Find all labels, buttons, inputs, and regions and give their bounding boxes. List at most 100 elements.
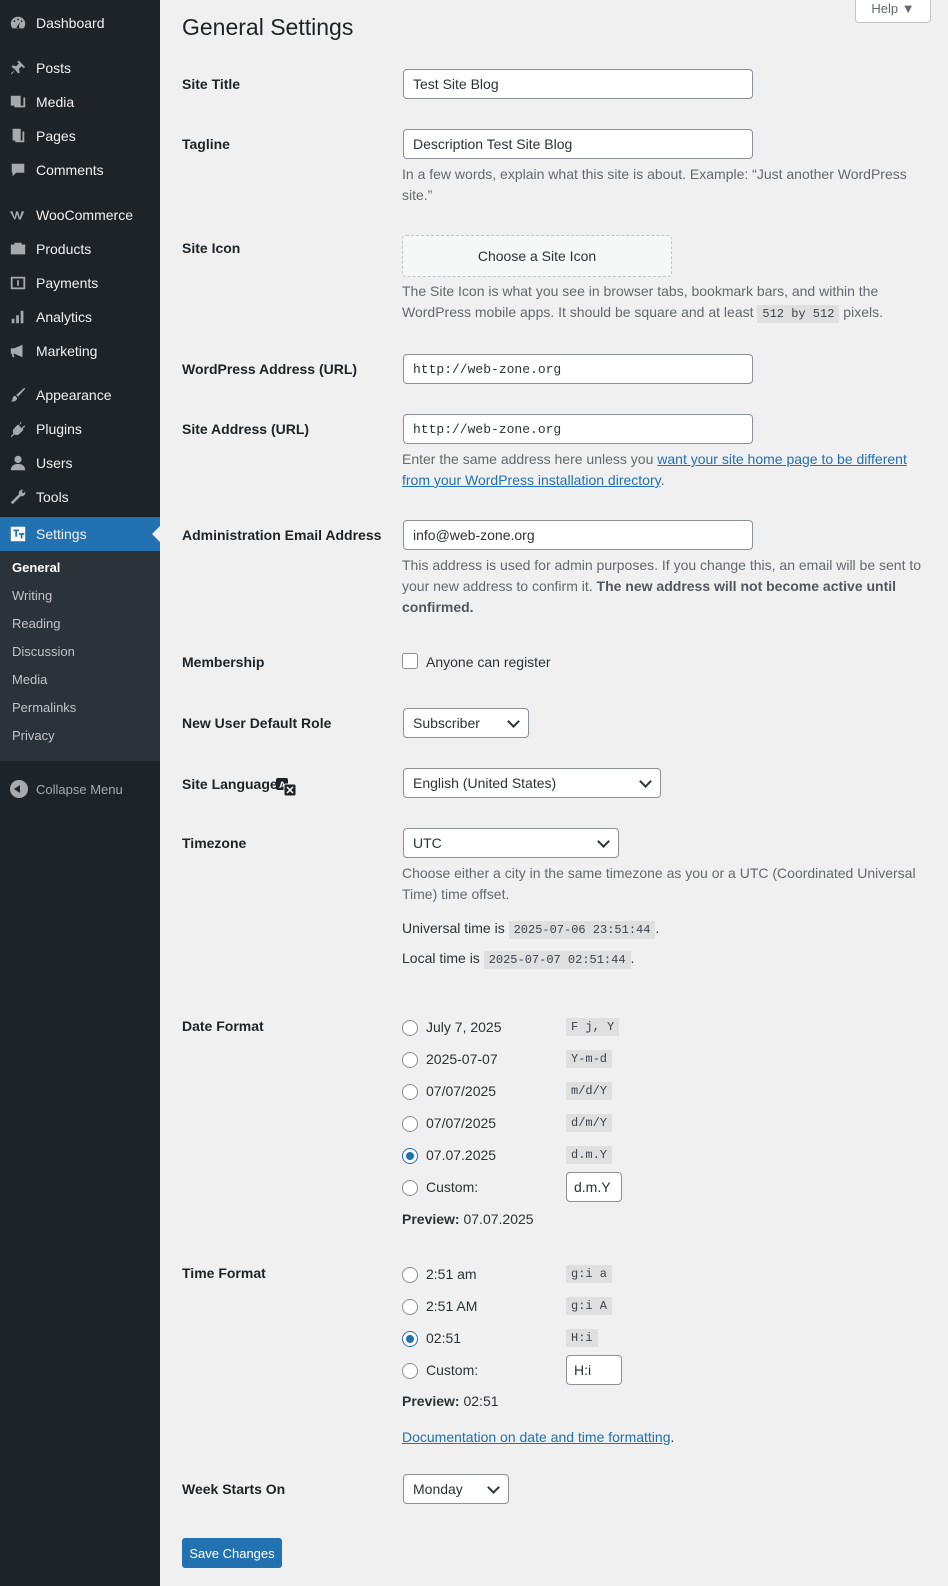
time-format-custom-input[interactable]: H:i	[566, 1355, 622, 1385]
time-format-radio-selected[interactable]	[402, 1331, 418, 1347]
sidebar-item-label: Appearance	[36, 387, 112, 403]
wp-address-input[interactable]: http://web-zone.org	[403, 354, 753, 384]
admin-email-description: This address is used for admin purposes.…	[402, 557, 922, 615]
sidebar-item-label: Dashboard	[36, 15, 105, 31]
woocommerce-icon	[8, 205, 28, 225]
chevron-down-icon	[639, 774, 652, 788]
sidebar-item-label: Comments	[36, 162, 104, 178]
date-format-radio[interactable]	[402, 1052, 418, 1068]
sidebar-item-woocommerce[interactable]: WooCommerce	[0, 198, 160, 232]
collapse-menu-button[interactable]: Collapse Menu	[0, 772, 123, 806]
site-address-input[interactable]: http://web-zone.org	[403, 414, 753, 444]
collapse-arrow-icon	[10, 780, 28, 798]
settings-submenu: General Writing Reading Discussion Media…	[0, 551, 160, 761]
main-content: Help ▼ General Settings Site Title Test …	[160, 0, 948, 1586]
anyone-can-register-checkbox[interactable]	[402, 653, 418, 669]
sidebar-item-dashboard[interactable]: Dashboard	[0, 6, 160, 40]
site-icon-label: Site Icon	[182, 240, 241, 256]
tagline-label: Tagline	[182, 136, 230, 152]
plugin-icon	[8, 419, 28, 439]
dashboard-icon	[8, 13, 28, 33]
time-format-label: Time Format	[182, 1265, 266, 1281]
sidebar-item-analytics[interactable]: Analytics	[0, 300, 160, 334]
pin-icon	[8, 58, 28, 78]
date-format-option-label: July 7, 2025	[426, 1019, 502, 1035]
comments-icon	[8, 160, 28, 180]
time-format-radio[interactable]	[402, 1267, 418, 1283]
site-icon-size-code: 512 by 512	[757, 305, 840, 323]
sidebar-item-posts[interactable]: Posts	[0, 51, 160, 85]
time-format-custom-radio[interactable]	[402, 1363, 418, 1379]
sidebar-item-media[interactable]: Media	[0, 85, 160, 119]
sidebar-item-label: Analytics	[36, 309, 93, 325]
default-role-select[interactable]: Subscriber	[403, 708, 529, 738]
site-address-description: Enter the same address here unless you w…	[402, 451, 907, 488]
week-start-label: Week Starts On	[182, 1481, 286, 1497]
users-icon	[8, 453, 28, 473]
date-format-code: F j, Y	[566, 1018, 620, 1036]
submenu-item-writing[interactable]: Writing	[12, 584, 52, 608]
sidebar-item-plugins[interactable]: Plugins	[0, 412, 160, 446]
date-time-doc-link[interactable]: Documentation on date and time formattin…	[402, 1429, 671, 1445]
submenu-item-general[interactable]: General	[12, 556, 60, 580]
sidebar-item-label: Tools	[36, 489, 69, 505]
time-format-radio[interactable]	[402, 1299, 418, 1315]
date-format-code: d/m/Y	[566, 1114, 613, 1132]
date-format-label: Date Format	[182, 1018, 264, 1034]
help-button[interactable]: Help ▼	[855, 0, 931, 23]
sidebar-item-tools[interactable]: Tools	[0, 480, 160, 514]
time-format-custom-label: Custom:	[426, 1362, 479, 1378]
universal-time-value: 2025-07-06 23:51:44	[508, 921, 656, 939]
timezone-select[interactable]: UTC	[403, 828, 619, 858]
date-format-custom-input[interactable]: d.m.Y	[566, 1172, 622, 1202]
date-format-radio[interactable]	[402, 1116, 418, 1132]
sidebar-item-products[interactable]: Products	[0, 232, 160, 266]
admin-sidebar: Dashboard Posts Media Pages Comments Woo…	[0, 0, 160, 1586]
site-language-select[interactable]: English (United States)	[403, 768, 661, 798]
sidebar-item-comments[interactable]: Comments	[0, 153, 160, 187]
sidebar-item-label: WooCommerce	[36, 207, 133, 223]
local-time-value: 2025-07-07 02:51:44	[483, 951, 631, 969]
tagline-input[interactable]: Description Test Site Blog	[403, 129, 753, 159]
sidebar-item-appearance[interactable]: Appearance	[0, 378, 160, 412]
sidebar-item-pages[interactable]: Pages	[0, 119, 160, 153]
site-language-label: Site Language	[182, 776, 278, 792]
time-format-code: H:i	[566, 1329, 598, 1347]
sidebar-item-label: Pages	[36, 128, 76, 144]
anyone-can-register-label: Anyone can register	[426, 654, 551, 670]
chevron-down-icon	[597, 834, 610, 848]
week-start-select[interactable]: Monday	[403, 1474, 509, 1504]
submenu-item-discussion[interactable]: Discussion	[12, 640, 75, 664]
time-format-preview: Preview: 02:51	[402, 1393, 499, 1409]
wrench-icon	[8, 487, 28, 507]
sidebar-item-settings[interactable]: Settings	[0, 517, 160, 551]
save-changes-button[interactable]: Save Changes	[182, 1538, 282, 1568]
submenu-item-reading[interactable]: Reading	[12, 612, 60, 636]
choose-site-icon-button[interactable]: Choose a Site Icon	[402, 235, 672, 277]
sidebar-item-marketing[interactable]: Marketing	[0, 334, 160, 368]
date-format-custom-radio[interactable]	[402, 1180, 418, 1196]
submenu-item-media[interactable]: Media	[12, 668, 47, 692]
date-format-option-label: 2025-07-07	[426, 1051, 498, 1067]
tagline-description: In a few words, explain what this site i…	[402, 166, 907, 203]
timezone-label: Timezone	[182, 835, 247, 851]
date-format-radio[interactable]	[402, 1020, 418, 1036]
time-format-code: g:i A	[566, 1297, 613, 1315]
wp-address-label: WordPress Address (URL)	[182, 361, 358, 377]
sidebar-item-payments[interactable]: Payments	[0, 266, 160, 300]
admin-email-input[interactable]: info@web-zone.org	[403, 520, 753, 550]
date-format-option-label: 07.07.2025	[426, 1147, 497, 1163]
site-icon-description: The Site Icon is what you see in browser…	[402, 283, 883, 323]
site-title-input[interactable]: Test Site Blog	[403, 69, 753, 99]
submenu-item-privacy[interactable]: Privacy	[12, 724, 55, 748]
membership-label: Membership	[182, 654, 265, 670]
site-address-label: Site Address (URL)	[182, 421, 310, 437]
date-format-radio[interactable]	[402, 1084, 418, 1100]
date-format-preview: Preview: 07.07.2025	[402, 1211, 534, 1227]
page-title: General Settings	[182, 14, 354, 40]
submenu-item-permalinks[interactable]: Permalinks	[12, 696, 76, 720]
sidebar-item-label: Products	[36, 241, 92, 257]
date-format-radio-selected[interactable]	[402, 1148, 418, 1164]
media-icon	[8, 92, 28, 112]
sidebar-item-users[interactable]: Users	[0, 446, 160, 480]
